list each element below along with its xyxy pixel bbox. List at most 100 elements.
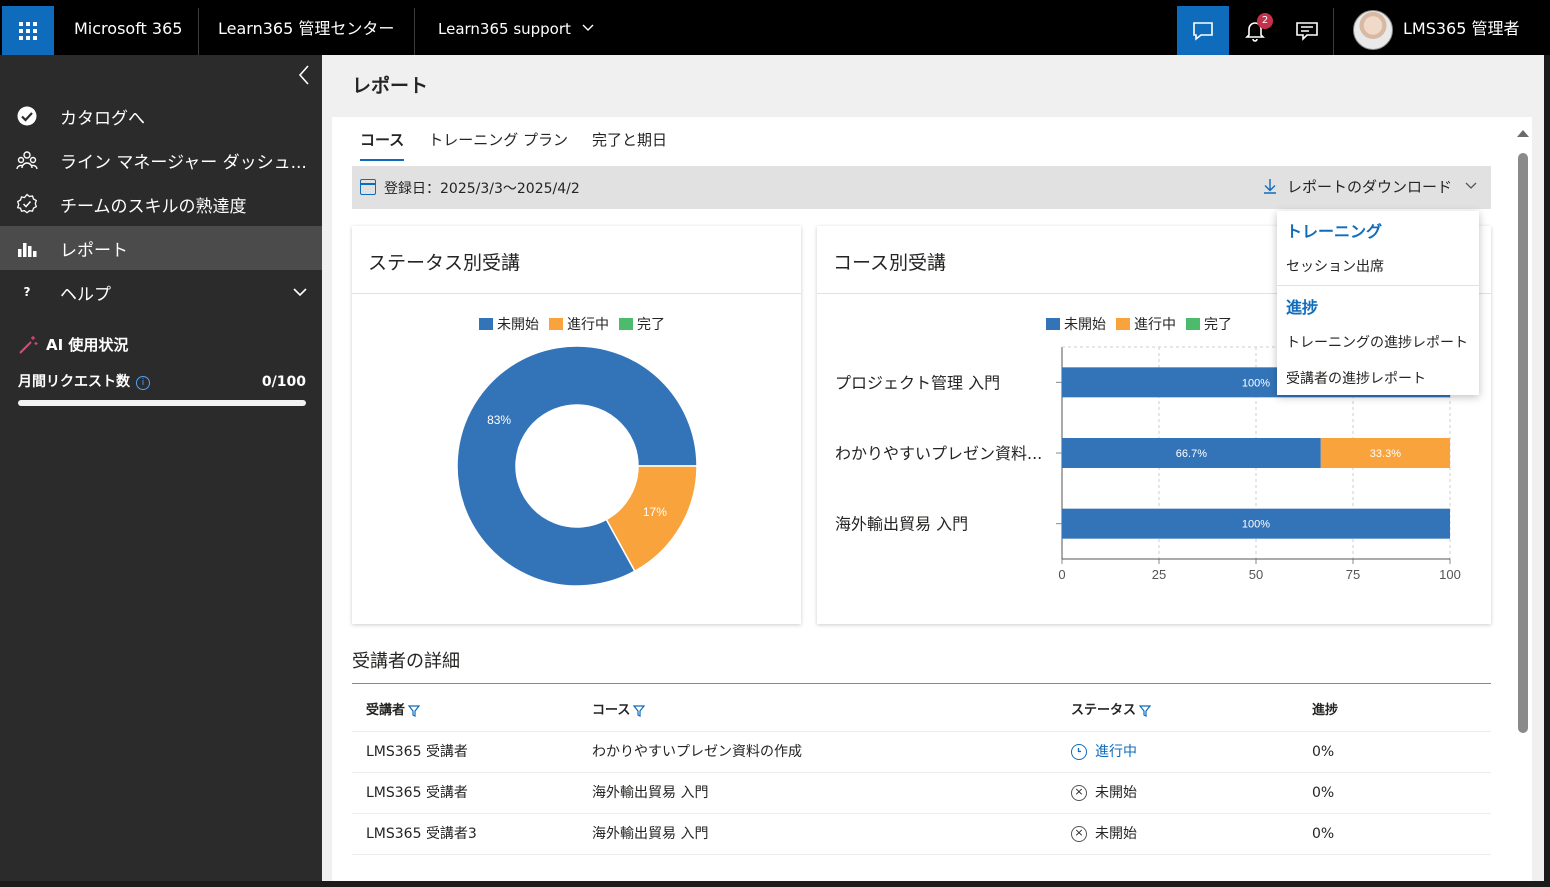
column-header-progress[interactable]: 進捗 [1312,691,1338,731]
filter-icon[interactable] [408,704,421,717]
column-label: 受講者 [366,703,406,718]
date-filter[interactable]: 登録日：2025/3/3～2025/4/2 [384,178,580,198]
x-circle-icon: × [1071,826,1087,842]
x-circle-icon: × [1071,785,1087,801]
divider [1333,8,1334,55]
collapse-sidebar-button[interactable] [294,63,314,87]
info-icon[interactable]: i [136,376,150,390]
vertical-scrollbar[interactable] [1515,117,1532,887]
ai-usage-title-text: AI 使用状況 [46,336,129,354]
badge-gear-icon [16,193,38,215]
monthly-requests-label: 月間リクエスト数 [18,374,130,390]
menu-item-session-attendance[interactable]: セッション出席 [1286,256,1384,276]
category-label: プロジェクト管理 入門 [835,373,1000,392]
category-label: 海外輸出貿易 入門 [835,515,968,534]
course-cell[interactable]: 海外輸出貿易 入門 [592,814,708,854]
scrollbar-thumb[interactable] [1518,153,1528,733]
divider [352,683,1491,684]
course-cell[interactable]: わかりやすいプレゼン資料の作成 [592,732,802,772]
table-row[interactable]: LMS365 受講者 海外輸出貿易 入門 × 未開始 0% [352,773,1491,814]
chevron-down-icon [293,287,307,296]
sidebar-item-reports[interactable]: レポート [0,226,322,270]
clock-icon [1071,744,1087,760]
status-text: 進行中 [1095,744,1137,760]
bar-value-label: 100% [1242,519,1270,531]
divider [198,8,199,55]
menu-section-training: トレーニング [1286,222,1383,241]
scroll-up-icon[interactable] [1516,128,1530,138]
tab-courses[interactable]: コース [360,129,405,161]
feedback-button[interactable] [1281,6,1333,55]
monthly-requests: 月間リクエスト数 i 0/100 [18,372,306,392]
slice-label: 17% [643,505,667,519]
ai-usage-panel: AI 使用状況 月間リクエスト数 i 0/100 [18,334,306,406]
app-launcher-button[interactable] [2,6,54,55]
app-name[interactable]: Microsoft 365 [74,0,182,55]
sidebar: カタログへ ライン マネージャー ダッシュ... チームのスキルの熟達度 レポー… [0,55,322,881]
status-cell[interactable]: 進行中 [1071,732,1137,772]
bar-chart-icon [16,237,38,259]
window-edge [1544,55,1550,887]
learner-cell: LMS365 受講者 [366,785,468,801]
table-header: 受講者 コース ステータス 進捗 [352,691,1491,732]
divider [1277,285,1479,286]
people-icon [16,149,38,171]
table-row[interactable]: LMS365 受講者 わかりやすいプレゼン資料の作成 進行中 0% [352,732,1491,773]
sidebar-item-label: ヘルプ [60,284,111,305]
question-icon: ? [23,285,31,299]
tenant-name: Learn365 support [438,20,571,38]
monthly-requests-value: 0/100 [261,374,306,390]
main-area: レポート コース トレーニング プラン 完了と期日 登録日：2025/3/3～2… [322,55,1544,887]
filter-icon[interactable] [1139,704,1152,717]
notification-badge: 2 [1257,13,1273,29]
column-header-learner[interactable]: 受講者 [366,691,421,731]
donut-chart: 83% 17% [456,345,698,587]
menu-item-training-progress-report[interactable]: トレーニングの進捗レポート [1286,332,1468,352]
progress-cell: 0% [1312,785,1335,801]
admin-center-title[interactable]: Learn365 管理センター [218,0,394,55]
chevron-left-icon [298,65,309,85]
filter-bar: 登録日：2025/3/3～2025/4/2 レポートのダウンロード [352,166,1491,209]
menu-item-learner-progress-report[interactable]: 受講者の進捗レポート [1286,368,1426,388]
user-name[interactable]: LMS365 管理者 [1403,0,1520,55]
x-tick-label: 0 [1058,567,1065,582]
checkmark-circle-icon [16,105,38,127]
chat-icon [1193,21,1213,41]
learner-cell: LMS365 受講者 [366,744,468,760]
column-header-course[interactable]: コース [592,691,646,731]
chat-button[interactable] [1177,6,1229,55]
magic-wand-icon [19,336,38,354]
download-label: レポートのダウンロード [1287,178,1453,196]
download-report-button[interactable]: レポートのダウンロード [1264,176,1477,197]
download-menu: トレーニング セッション出席 進捗 トレーニングの進捗レポート 受講者の進捗レポ… [1277,211,1479,395]
sidebar-item-label: カタログへ [60,108,145,129]
page-title: レポート [352,75,429,97]
avatar[interactable] [1353,10,1393,50]
section-title: 受講者の詳細 [352,651,460,672]
download-icon [1264,179,1276,194]
sidebar-item-help[interactable]: ? ヘルプ [0,270,322,314]
column-header-status[interactable]: ステータス [1071,691,1152,731]
tab-completion-due[interactable]: 完了と期日 [592,129,667,161]
bar-value-label: 66.7% [1176,448,1207,460]
sidebar-item-label: ライン マネージャー ダッシュ... [60,152,307,173]
status-text: 未開始 [1095,826,1137,842]
chevron-down-icon [1465,182,1477,189]
usage-progress-bar [18,400,306,406]
notifications-button[interactable]: 2 [1229,6,1281,55]
sidebar-item-manager-dashboard[interactable]: ライン マネージャー ダッシュ... [0,138,322,182]
course-cell[interactable]: 海外輸出貿易 入門 [592,773,708,813]
sidebar-item-team-skills[interactable]: チームのスキルの熟達度 [0,182,322,226]
divider [414,8,415,55]
x-tick-label: 100 [1439,567,1461,582]
sidebar-item-catalog[interactable]: カタログへ [0,94,322,138]
tab-training-plans[interactable]: トレーニング プラン [428,129,568,161]
tenant-selector[interactable]: Learn365 support [438,0,594,55]
x-tick-label: 75 [1346,567,1360,582]
bar-value-label: 100% [1242,377,1270,389]
filter-icon[interactable] [633,704,646,717]
feedback-icon [1296,21,1318,41]
calendar-icon[interactable] [360,179,376,195]
table-row[interactable]: LMS365 受講者3 海外輸出貿易 入門 × 未開始 0% [352,814,1491,855]
chevron-down-icon [582,24,594,31]
